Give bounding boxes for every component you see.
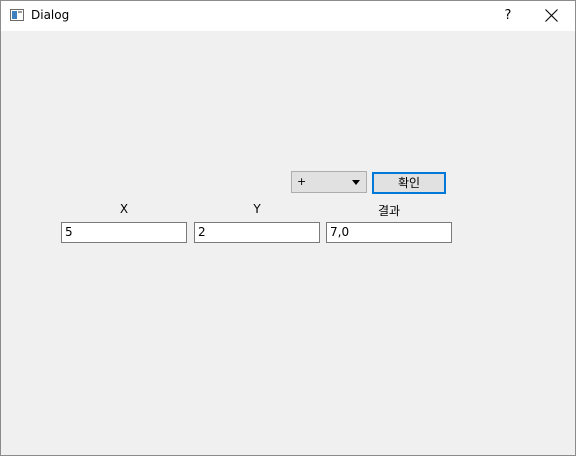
result-label: 결과 bbox=[377, 204, 401, 218]
dropdown-arrow-icon bbox=[352, 180, 360, 185]
y-label: Y bbox=[253, 202, 261, 216]
result-field[interactable]: 7,0 bbox=[326, 222, 452, 243]
operator-combobox[interactable]: + bbox=[291, 171, 367, 193]
window-title: Dialog bbox=[31, 8, 70, 22]
operator-selected-value: + bbox=[297, 175, 307, 188]
close-icon bbox=[545, 9, 558, 22]
y-input[interactable]: 2 bbox=[194, 222, 320, 243]
confirm-button[interactable]: 확인 bbox=[372, 172, 446, 194]
close-button[interactable] bbox=[529, 1, 575, 31]
x-label: X bbox=[119, 202, 129, 216]
app-window-icon bbox=[10, 9, 24, 21]
dialog-window: Dialog ? + 확인 X Y 결과 5 2 7,0 bbox=[0, 0, 576, 456]
x-input[interactable]: 5 bbox=[61, 222, 187, 243]
help-button[interactable]: ? bbox=[491, 1, 525, 31]
title-bar[interactable]: Dialog ? bbox=[1, 1, 575, 31]
